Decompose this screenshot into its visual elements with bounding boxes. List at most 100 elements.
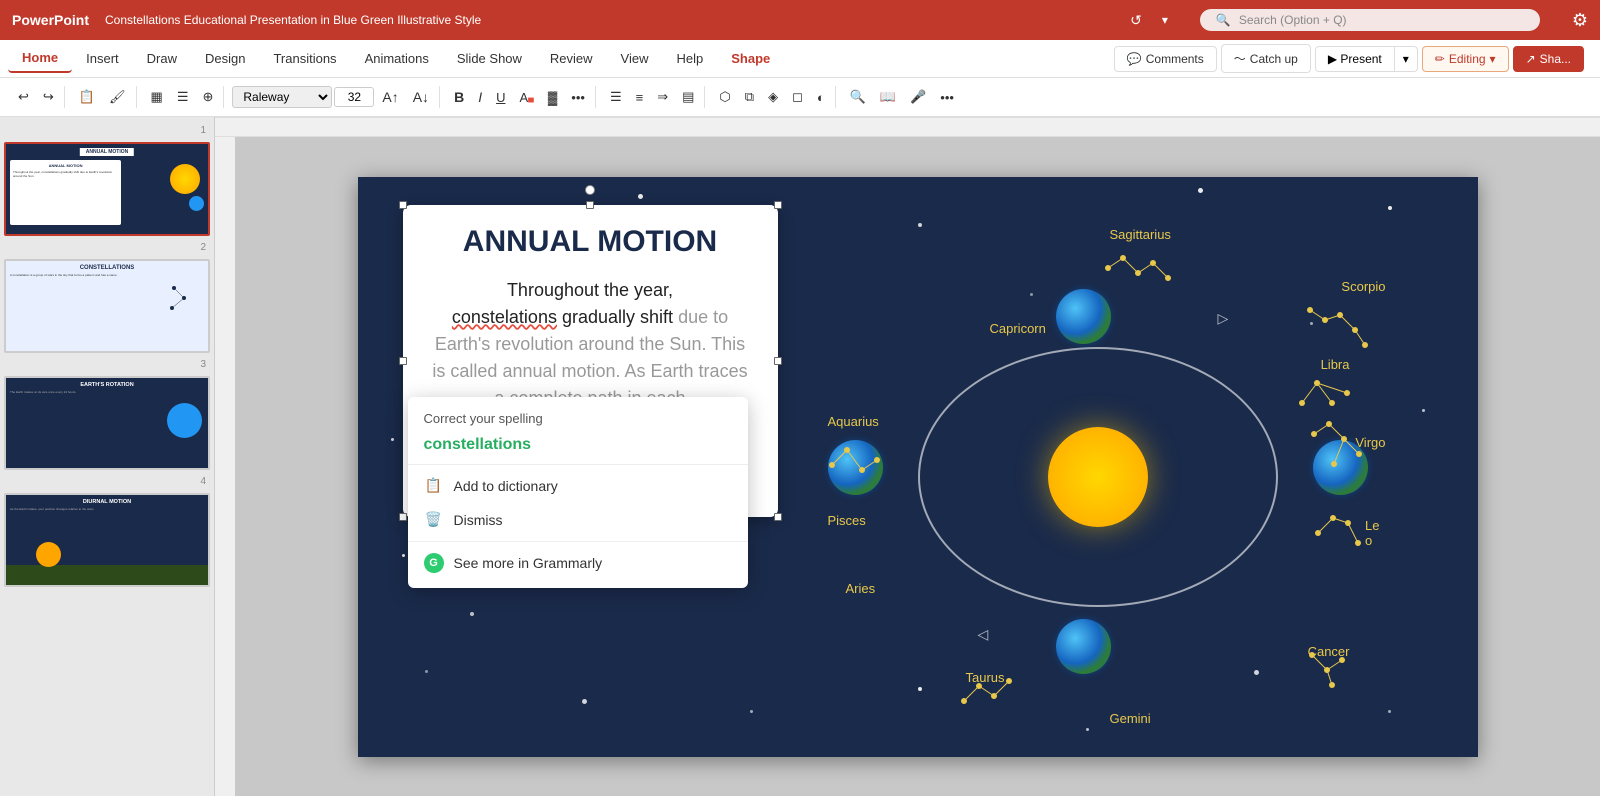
star <box>425 670 428 673</box>
underline-button[interactable]: U <box>490 87 511 108</box>
format-painter[interactable]: 🖌 <box>103 86 132 108</box>
comments-label: Comments <box>1146 52 1204 66</box>
indent-btn[interactable]: ⇒ <box>651 86 674 108</box>
numbered-list-btn[interactable]: ≡ <box>630 87 650 108</box>
search-btn[interactable]: 🔍 <box>844 86 872 108</box>
tab-animations[interactable]: Animations <box>351 45 443 72</box>
libra-stars <box>1292 373 1362 423</box>
slide-thumbnail-4[interactable]: DIURNAL MOTION As the Earth rotates, you… <box>4 493 210 587</box>
comments-button[interactable]: 💬 Comments <box>1114 46 1217 72</box>
font-size-input[interactable] <box>334 87 374 107</box>
slide-number-3: 3 <box>4 359 210 370</box>
slide-panel[interactable]: 1 ANNUAL MOTION ANNUAL MOTION Throughout… <box>0 117 215 796</box>
catchup-label: Catch up <box>1250 52 1298 66</box>
undo-button[interactable]: ↩ <box>12 86 35 108</box>
highlight-btn[interactable]: ▓ <box>542 87 563 108</box>
sel-handle-tl[interactable] <box>399 201 407 209</box>
canvas-area: ▷ ◁ Sagittarius <box>215 117 1600 796</box>
aries-label: Aries <box>846 581 876 596</box>
editing-icon: ✏ <box>1435 52 1445 66</box>
ctx-divider-1 <box>408 464 748 465</box>
doc-title: Constellations Educational Presentation … <box>105 13 1114 27</box>
ctx-suggestion[interactable]: constellations <box>408 430 748 460</box>
bold-button[interactable]: B <box>448 86 470 108</box>
share-label: Sha... <box>1540 52 1571 66</box>
redo-button[interactable]: ↪ <box>37 86 60 108</box>
ctx-header: Correct your spelling <box>408 405 748 430</box>
font-size-down[interactable]: A↓ <box>407 86 435 108</box>
dict-btn[interactable]: 📖 <box>874 86 902 108</box>
font-name-select[interactable]: Raleway <box>232 86 332 108</box>
fill-btn[interactable]: ◈ <box>762 86 784 108</box>
tab-slideshow[interactable]: Slide Show <box>443 45 536 72</box>
tab-draw[interactable]: Draw <box>133 45 191 72</box>
share-button[interactable]: ↗ Sha... <box>1513 46 1584 72</box>
sagittarius-label: Sagittarius <box>1110 227 1171 242</box>
ruler-left <box>215 137 235 796</box>
ctx-add-to-dictionary[interactable]: 📋 Add to dictionary <box>408 469 748 503</box>
sel-handle-bl[interactable] <box>399 513 407 521</box>
slide-thumbnail-2[interactable]: CONSTELLATIONS A constellation is a grou… <box>4 259 210 353</box>
tab-home[interactable]: Home <box>8 44 72 73</box>
arrange-btn[interactable]: ⧉ <box>739 86 760 108</box>
tab-help[interactable]: Help <box>663 45 718 72</box>
orbit-arrow-top: ▷ <box>1218 310 1229 327</box>
font-group: Raleway A↑ A↓ <box>228 86 440 108</box>
tab-shape[interactable]: Shape <box>717 45 784 72</box>
sel-handle-tr[interactable] <box>774 201 782 209</box>
sel-handle-br[interactable] <box>774 513 782 521</box>
ribbon-actions: 💬 Comments 〜 Catch up ▶ Present ▾ ✏ Edit… <box>1114 41 1592 77</box>
font-color-btn[interactable]: A▄ <box>513 87 539 108</box>
bullet-list-btn[interactable]: ☰ <box>604 86 628 108</box>
tab-transitions[interactable]: Transitions <box>259 45 350 72</box>
format-group: B I U A▄ ▓ ••• <box>444 86 596 108</box>
tab-design[interactable]: Design <box>191 45 259 72</box>
view-group: ▦ ☰ ⊕ <box>141 86 225 108</box>
ctx-dismiss[interactable]: 🗑️ Dismiss <box>408 503 748 537</box>
tab-view[interactable]: View <box>607 45 663 72</box>
zoom-btn[interactable]: ⊕ <box>196 86 219 108</box>
align-btn[interactable]: ▤ <box>676 86 700 108</box>
taurus-stars <box>954 671 1024 721</box>
more-text-btn[interactable]: ••• <box>565 87 591 108</box>
present-dropdown[interactable]: ▾ <box>1394 46 1418 72</box>
editing-dropdown: ▾ <box>1490 52 1496 66</box>
slide-title: ANNUAL MOTION <box>427 225 754 259</box>
sel-handle-ml[interactable] <box>399 357 407 365</box>
tab-review[interactable]: Review <box>536 45 607 72</box>
present-main-button[interactable]: ▶ Present <box>1315 46 1394 72</box>
refresh-icon[interactable]: ↺ <box>1130 12 1142 29</box>
virgo-stars <box>1304 414 1374 474</box>
editing-button[interactable]: ✏ Editing ▾ <box>1422 46 1509 72</box>
effects-btn[interactable]: ◐ <box>811 87 831 108</box>
tab-insert[interactable]: Insert <box>72 45 133 72</box>
orbit-arrow-bottom: ◁ <box>978 626 989 643</box>
sel-handle-mr[interactable] <box>774 357 782 365</box>
search-bar[interactable]: 🔍 Search (Option + Q) <box>1200 9 1540 31</box>
slide-thumbnail-1[interactable]: ANNUAL MOTION ANNUAL MOTION Throughout t… <box>4 142 210 236</box>
shape-btn[interactable]: ⬡ <box>713 86 736 108</box>
outline-btn[interactable]: ◻ <box>786 86 809 108</box>
outline-view-btn[interactable]: ☰ <box>171 86 195 108</box>
slide-thumbnail-3[interactable]: EARTH'S ROTATION The Earth rotates on it… <box>4 376 210 470</box>
mic-btn[interactable]: 🎤 <box>904 86 932 108</box>
catchup-button[interactable]: 〜 Catch up <box>1221 44 1311 73</box>
ruler-top <box>215 117 1600 137</box>
settings-icon[interactable]: ⚙ <box>1572 10 1588 31</box>
ctx-divider-2 <box>408 541 748 542</box>
more-btn[interactable]: ••• <box>934 87 960 108</box>
body-part-2: gradually shift <box>562 307 673 327</box>
rotation-handle[interactable] <box>585 185 595 195</box>
title-dropdown-icon[interactable]: ▾ <box>1162 13 1168 27</box>
sel-handle-tc[interactable] <box>586 201 594 209</box>
slide-view-btn[interactable]: ▦ <box>145 86 169 108</box>
ctx-grammarly[interactable]: G See more in Grammarly <box>408 546 748 580</box>
context-menu: Correct your spelling constellations 📋 A… <box>408 397 748 588</box>
paste-button[interactable]: 📋 <box>73 86 101 108</box>
star <box>750 710 753 713</box>
italic-button[interactable]: I <box>472 86 488 108</box>
search-icon: 🔍 <box>1216 13 1231 27</box>
clipboard-group: 📋 🖌 <box>69 86 137 108</box>
font-size-up[interactable]: A↑ <box>376 86 404 108</box>
ribbon: Home Insert Draw Design Transitions Anim… <box>0 40 1600 117</box>
